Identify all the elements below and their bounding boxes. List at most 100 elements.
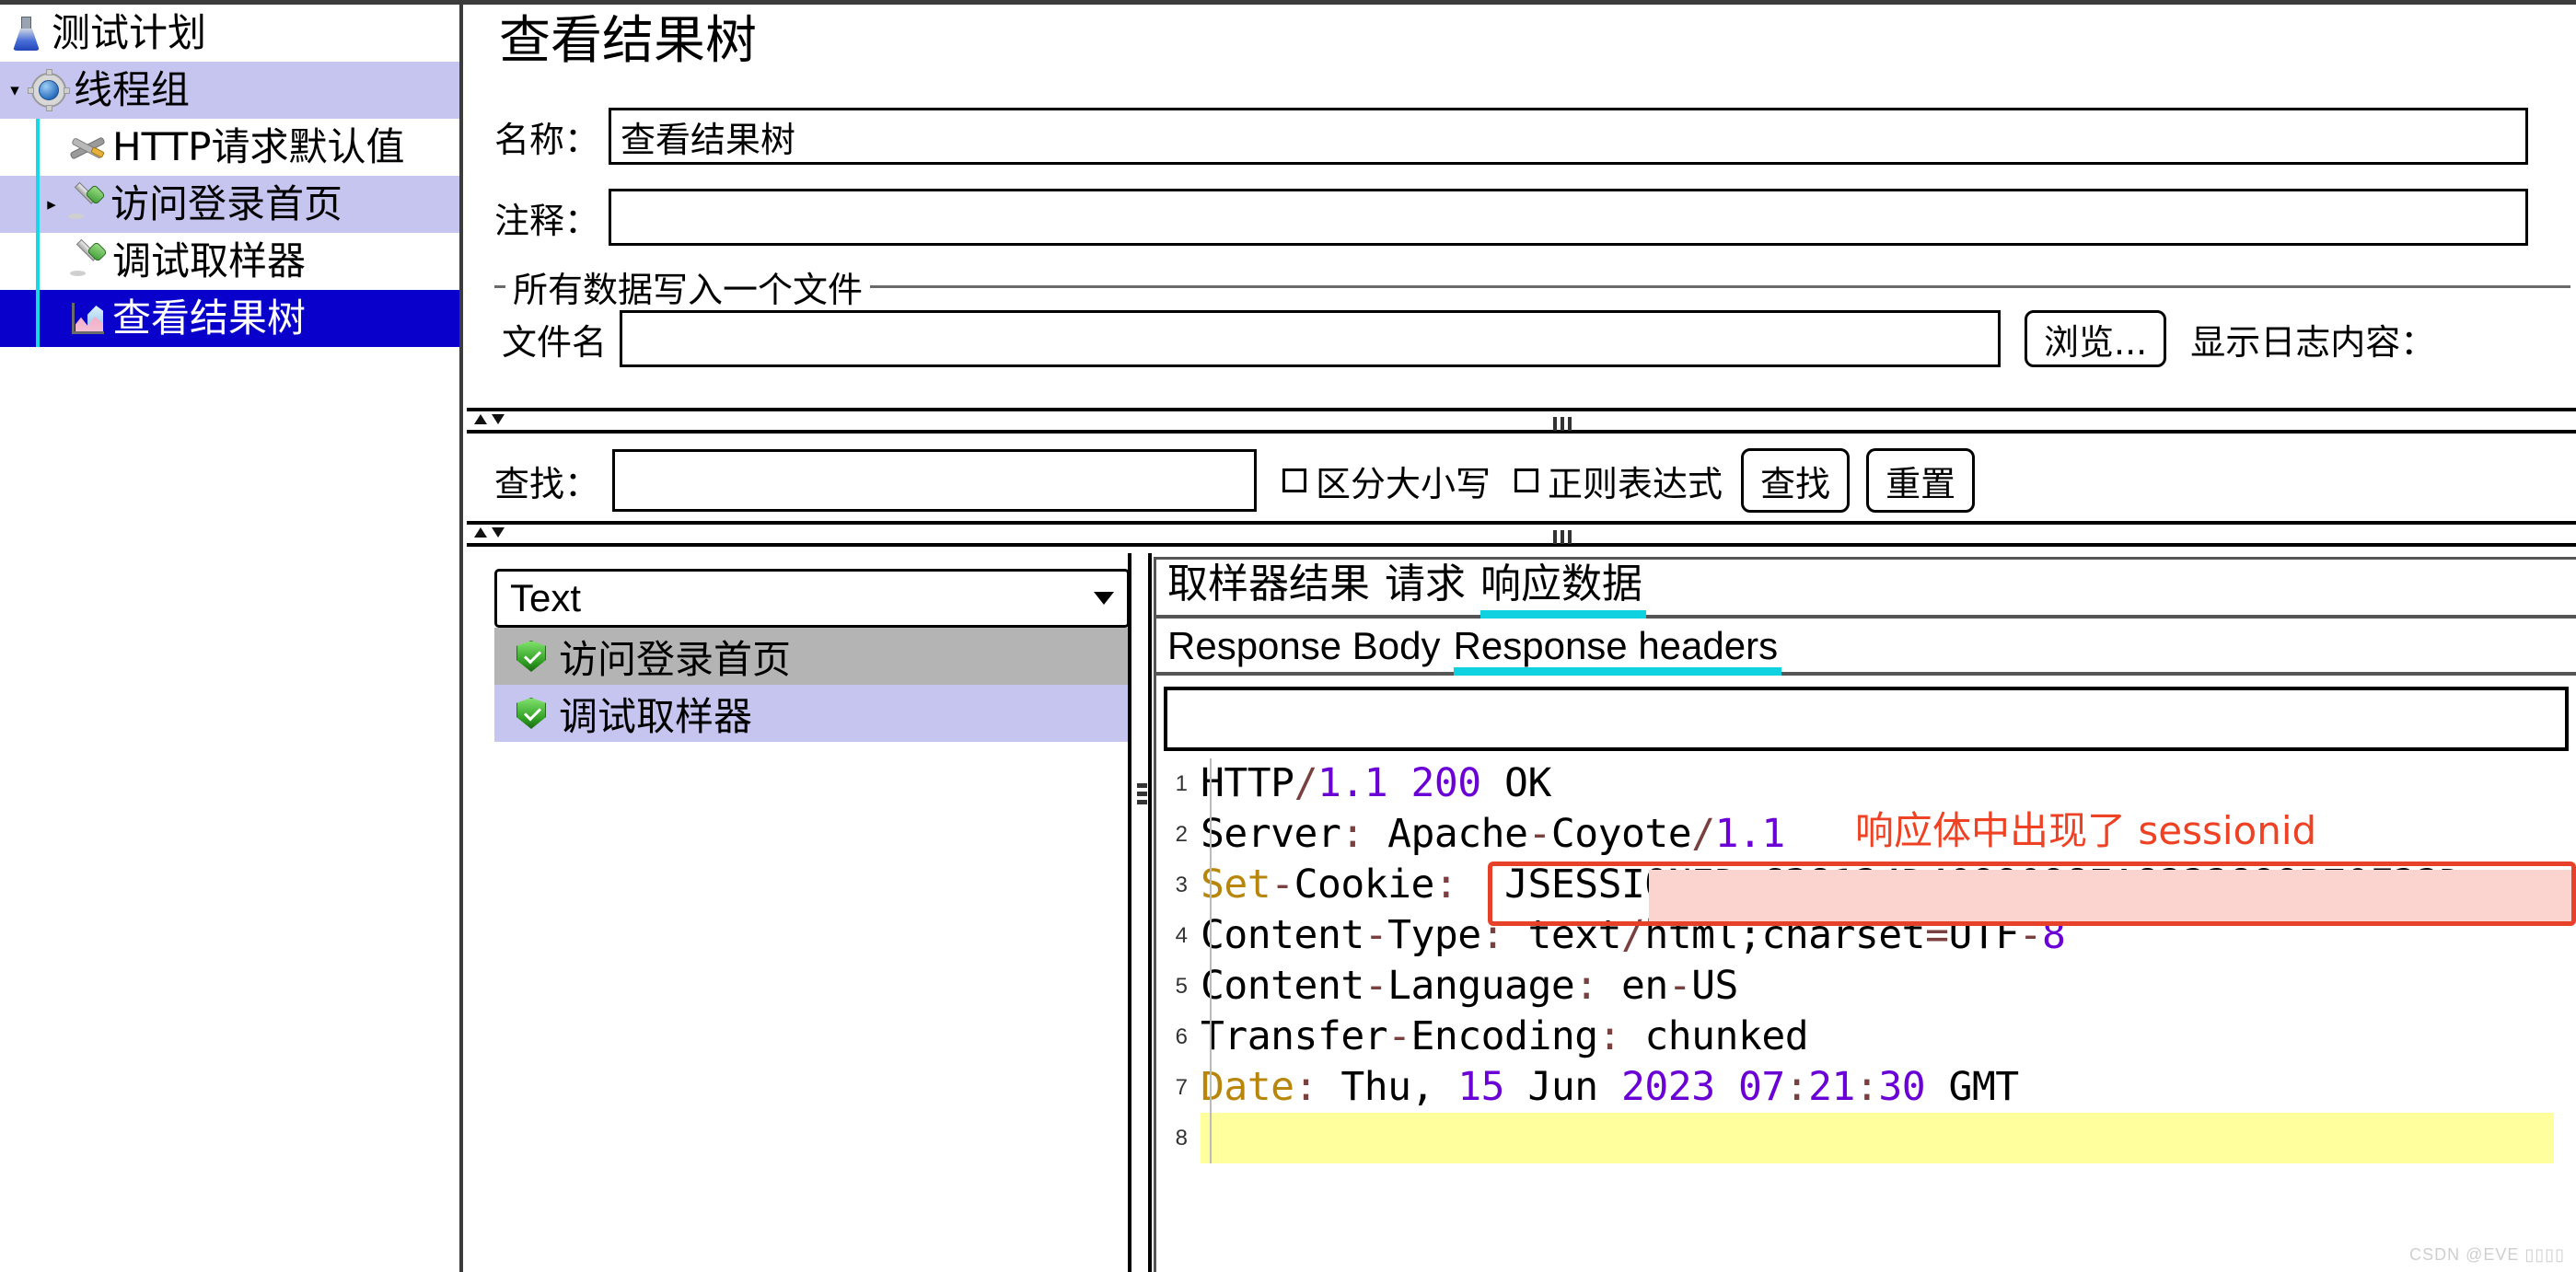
- name-input[interactable]: 查看结果树: [609, 108, 2529, 165]
- splitter-arrows[interactable]: [474, 527, 505, 538]
- collapse-up-icon[interactable]: [474, 527, 487, 538]
- splitter-grip[interactable]: [1137, 783, 1147, 804]
- tree-indent-guide: [36, 176, 40, 233]
- find-button[interactable]: 查找: [1741, 448, 1851, 513]
- comment-input[interactable]: [609, 189, 2529, 246]
- sidebar-item-debug-sampler[interactable]: 调试取样器: [0, 233, 459, 290]
- group-title: 所有数据写入一个文件: [505, 261, 871, 312]
- line-number: 7: [1175, 1075, 1188, 1100]
- sidebar-item-label: 访问登录首页: [110, 181, 343, 226]
- sidebar-item-label: 查看结果树: [112, 295, 307, 341]
- comment-row: 注释：: [494, 189, 2570, 246]
- watermark: CSDN @EVE ▯▯▯▯: [2409, 1245, 2565, 1264]
- page-title: 查看结果树: [499, 11, 757, 71]
- gutter-separator: [1210, 758, 1212, 1163]
- regex-label: 正则表达式: [1548, 463, 1723, 504]
- response-tabs: 取样器结果 请求 响应数据: [1156, 560, 2576, 619]
- code-line-text: Content-Language: en-US: [1201, 963, 1738, 1009]
- tab-response-body[interactable]: Response Body: [1164, 624, 1450, 672]
- filename-row: 文件名 浏览... 显示日志内容：: [502, 310, 2435, 367]
- chevron-right-icon[interactable]: ▸: [39, 176, 64, 233]
- flask-icon: [6, 12, 48, 54]
- code-line-text: Date: Thu, 15 Jun 2023 07:21:30 GMT: [1201, 1064, 2019, 1110]
- case-sensitive-checkbox[interactable]: [1282, 468, 1307, 492]
- write-all-data-to-file-group: 所有数据写入一个文件 文件名 浏览... 显示日志内容：: [494, 261, 2570, 405]
- annotation-label: 响应体中出现了 sessionid: [1855, 808, 2317, 853]
- splitter-arrows[interactable]: [474, 414, 505, 424]
- sidebar-item-label: HTTP请求默认值: [112, 124, 405, 169]
- line-number: 5: [1175, 974, 1188, 999]
- code-line: 5 Content-Language: en-US: [1164, 961, 2576, 1012]
- line-number: 3: [1175, 873, 1188, 897]
- reset-button[interactable]: 重置: [1866, 448, 1976, 513]
- pipette-icon: [66, 238, 109, 283]
- pipette-icon: [64, 181, 107, 225]
- tab-request[interactable]: 请求: [1381, 550, 1477, 615]
- view-results-tree-panel: 查看结果树 名称： 查看结果树 注释： 所有数据写入一个文件 文件名 浏览...…: [467, 5, 2576, 1272]
- search-bar: 查找： 区分大小写 正则表达式 查找 重置: [467, 441, 2576, 533]
- line-number: 1: [1175, 771, 1188, 796]
- code-line-text: [1201, 1113, 2554, 1163]
- splitter-grip[interactable]: [1553, 417, 1572, 431]
- splitter-grip[interactable]: [1553, 530, 1572, 544]
- tab-response-headers[interactable]: Response headers: [1450, 624, 1788, 676]
- name-row: 名称： 查看结果树: [494, 108, 2570, 165]
- sidebar-item-label: 测试计划: [52, 10, 207, 55]
- collapse-down-icon[interactable]: [492, 527, 505, 538]
- list-item-label: 调试取样器: [559, 693, 753, 739]
- code-line: 7 Date: Thu, 15 Jun 2023 07:21:30 GMT: [1164, 1062, 2576, 1113]
- results-list-panel: Text 访问登录首页 调试取样器: [494, 569, 1130, 1268]
- test-plan-tree: 测试计划 ▾ 线程组 HTTP请求默认值 ▸ 访问登录首页 调试取样器 查看结果…: [0, 5, 463, 1272]
- splitter-horizontal-bottom[interactable]: [467, 521, 2576, 547]
- list-item-label: 访问登录首页: [559, 636, 792, 682]
- sidebar-item-thread-group[interactable]: ▾ 线程组: [0, 62, 459, 119]
- tree-indent-guide: [36, 290, 40, 347]
- render-format-select[interactable]: Text: [494, 569, 1130, 628]
- gear-icon: [28, 69, 70, 111]
- collapse-up-icon[interactable]: [474, 414, 487, 424]
- name-label: 名称：: [494, 119, 600, 160]
- collapse-down-icon[interactable]: [492, 414, 505, 424]
- tools-icon: [66, 126, 109, 168]
- success-shield-icon: [516, 698, 546, 729]
- filename-label: 文件名: [502, 321, 608, 363]
- search-row-inner: 查找： 区分大小写 正则表达式 查找 重置: [494, 448, 1976, 513]
- response-search-input[interactable]: [1164, 687, 2569, 751]
- regex-checkbox[interactable]: [1514, 468, 1539, 492]
- comment-label: 注释：: [494, 200, 600, 241]
- splitter-vertical[interactable]: [1128, 553, 1152, 1272]
- code-line-text: Server: Apache-Coyote/1.1: [1201, 811, 1785, 857]
- splitter-horizontal-top[interactable]: [467, 408, 2576, 434]
- code-line: 8: [1164, 1113, 2576, 1163]
- sidebar-item-test-plan[interactable]: 测试计划: [0, 5, 459, 62]
- annotation-rect: [1488, 861, 2576, 926]
- line-number: 6: [1175, 1024, 1188, 1049]
- sidebar-item-http-defaults[interactable]: HTTP请求默认值: [0, 119, 459, 176]
- sidebar-item-visit-login-page[interactable]: ▸ 访问登录首页: [0, 176, 459, 233]
- tree-indent-guide: [36, 233, 40, 290]
- response-subtabs: Response Body Response headers: [1156, 619, 2576, 676]
- code-line: 6 Transfer-Encoding: chunked: [1164, 1012, 2576, 1062]
- tab-sampler-result[interactable]: 取样器结果: [1164, 550, 1381, 615]
- log-display-label: 显示日志内容：: [2190, 321, 2436, 363]
- search-input[interactable]: [612, 449, 1258, 512]
- case-sensitive-label: 区分大小写: [1316, 463, 1491, 504]
- chevron-down-icon[interactable]: ▾: [2, 62, 28, 119]
- sidebar-item-label: 调试取样器: [112, 238, 307, 283]
- sidebar-item-view-results-tree[interactable]: 查看结果树: [0, 290, 459, 347]
- code-line-text: HTTP/1.1 200 OK: [1201, 760, 1551, 806]
- list-item[interactable]: 调试取样器: [494, 685, 1130, 742]
- success-shield-icon: [516, 641, 546, 672]
- browse-button[interactable]: 浏览...: [2025, 310, 2167, 367]
- tab-response-data[interactable]: 响应数据: [1477, 550, 1654, 619]
- line-number: 4: [1175, 923, 1188, 948]
- chevron-down-icon[interactable]: [1094, 592, 1114, 605]
- filename-input[interactable]: [620, 310, 2002, 367]
- tree-indent-guide: [36, 119, 40, 176]
- list-item[interactable]: 访问登录首页: [494, 628, 1130, 685]
- line-number: 2: [1175, 822, 1188, 847]
- sidebar-item-label: 线程组: [74, 67, 191, 112]
- render-format-value: Text: [510, 576, 582, 619]
- line-number: 8: [1175, 1126, 1188, 1151]
- results-chart-icon: [66, 297, 109, 340]
